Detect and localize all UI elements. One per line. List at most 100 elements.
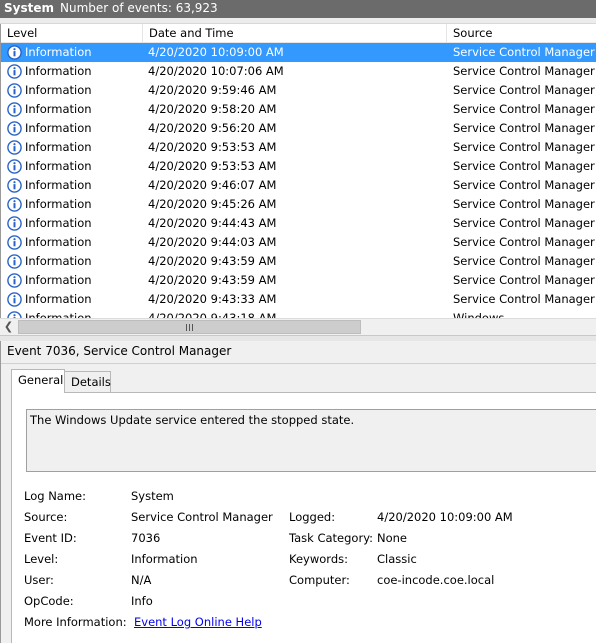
event-date-time: 4/20/2020 9:43:59 AM bbox=[148, 273, 277, 287]
event-date-time: 4/20/2020 9:46:07 AM bbox=[148, 178, 277, 192]
event-detail-pane: Event 7036, Service Control Manager Gene… bbox=[0, 341, 596, 643]
event-count: Number of events: 63,923 bbox=[60, 1, 218, 15]
level-value: Information bbox=[131, 552, 198, 566]
information-icon bbox=[7, 254, 22, 269]
column-source[interactable]: Source bbox=[447, 24, 596, 43]
event-date-time: 4/20/2020 9:43:33 AM bbox=[148, 292, 277, 306]
information-icon bbox=[7, 45, 22, 60]
event-date-time: 4/20/2020 9:43:59 AM bbox=[148, 254, 277, 268]
event-message-box[interactable]: The Windows Update service entered the s… bbox=[26, 409, 596, 472]
event-source: Service Control Manager bbox=[453, 159, 595, 173]
keywords-value: Classic bbox=[377, 552, 417, 566]
information-icon bbox=[7, 83, 22, 98]
event-date-time: 4/20/2020 9:43:18 AM bbox=[148, 311, 277, 318]
event-level: Information bbox=[25, 45, 92, 59]
chevron-left-icon[interactable]: ❮ bbox=[0, 319, 17, 335]
event-source: Service Control Manager bbox=[453, 102, 595, 116]
event-id-value: 7036 bbox=[131, 531, 161, 545]
event-date-time: 4/20/2020 9:59:46 AM bbox=[148, 83, 277, 97]
event-level: Information bbox=[25, 64, 92, 78]
event-date-time: 4/20/2020 9:56:20 AM bbox=[148, 121, 277, 135]
keywords-label: Keywords: bbox=[289, 552, 348, 566]
event-source: Service Control Manager bbox=[453, 178, 595, 192]
event-row[interactable]: Information 4/20/2020 10:07:06 AM Service … bbox=[1, 62, 596, 81]
information-icon bbox=[7, 216, 22, 231]
event-row[interactable]: Information 4/20/2020 9:43:59 AM Service C… bbox=[1, 252, 596, 271]
event-row[interactable]: Information 4/20/2020 9:56:20 AM Service C… bbox=[1, 119, 596, 138]
event-log-online-help-link[interactable]: Event Log Online Help bbox=[134, 615, 262, 629]
information-icon bbox=[7, 140, 22, 155]
more-information-label: More Information: bbox=[24, 615, 127, 629]
event-date-time: 4/20/2020 9:44:43 AM bbox=[148, 216, 277, 230]
logged-value: 4/20/2020 10:09:00 AM bbox=[377, 510, 513, 524]
event-date-time: 4/20/2020 10:09:00 AM bbox=[148, 45, 284, 59]
event-rows: Information 4/20/2020 10:09:00 AM Service … bbox=[1, 43, 596, 318]
information-icon bbox=[7, 102, 22, 117]
level-label: Level: bbox=[24, 552, 59, 566]
event-source: Service Control Manager bbox=[453, 83, 595, 97]
log-header-bar: System Number of events: 63,923 bbox=[0, 0, 596, 18]
event-row[interactable]: Information 4/20/2020 9:43:59 AM Service C… bbox=[1, 271, 596, 290]
source-label: Source: bbox=[24, 510, 68, 524]
event-date-time: 4/20/2020 9:53:53 AM bbox=[148, 140, 277, 154]
tab-details[interactable]: Details bbox=[64, 371, 111, 393]
event-row[interactable]: Information 4/20/2020 9:44:03 AM Service C… bbox=[1, 233, 596, 252]
log-name-value: System bbox=[131, 489, 174, 503]
scrollbar-thumb[interactable] bbox=[18, 320, 361, 334]
event-source: Service Control Manager bbox=[453, 197, 595, 211]
grip-icon bbox=[185, 324, 194, 331]
divider bbox=[1, 363, 596, 364]
source-value: Service Control Manager bbox=[131, 510, 273, 524]
event-level: Information bbox=[25, 197, 92, 211]
events-grid[interactable]: Level Date and Time Source Information 4/… bbox=[0, 24, 596, 318]
event-row[interactable]: Information 4/20/2020 9:43:33 AM Service C… bbox=[1, 290, 596, 309]
general-tab-panel: The Windows Update service entered the s… bbox=[11, 392, 596, 643]
event-source: Service Control Manager bbox=[453, 292, 595, 306]
event-source: Service Control Manager bbox=[453, 235, 595, 249]
event-level: Information bbox=[25, 273, 92, 287]
information-icon bbox=[7, 159, 22, 174]
information-icon bbox=[7, 178, 22, 193]
column-date-time[interactable]: Date and Time bbox=[143, 24, 447, 43]
event-id-label: Event ID: bbox=[24, 531, 77, 545]
horizontal-scrollbar[interactable]: ❮ bbox=[0, 318, 596, 335]
task-category-label: Task Category: bbox=[289, 531, 374, 545]
information-icon bbox=[7, 197, 22, 212]
event-source: Service Control Manager bbox=[453, 254, 595, 268]
event-row[interactable]: Information 4/20/2020 9:58:20 AM Service C… bbox=[1, 100, 596, 119]
log-name-label: Log Name: bbox=[24, 489, 86, 503]
event-level: Information bbox=[25, 216, 92, 230]
computer-value: coe-incode.coe.local bbox=[377, 573, 495, 587]
user-label: User: bbox=[24, 573, 54, 587]
tab-general[interactable]: General bbox=[11, 369, 65, 393]
opcode-value: Info bbox=[131, 594, 153, 608]
column-level[interactable]: Level bbox=[1, 24, 143, 43]
event-row[interactable]: Information 4/20/2020 9:46:07 AM Service C… bbox=[1, 176, 596, 195]
information-icon bbox=[7, 64, 22, 79]
logged-label: Logged: bbox=[289, 510, 336, 524]
event-source: Service Control Manager bbox=[453, 64, 595, 78]
opcode-label: OpCode: bbox=[24, 594, 74, 608]
information-icon bbox=[7, 121, 22, 136]
event-level: Information bbox=[25, 140, 92, 154]
event-level: Information bbox=[25, 235, 92, 249]
event-date-time: 4/20/2020 9:58:20 AM bbox=[148, 102, 277, 116]
event-level: Information bbox=[25, 254, 92, 268]
information-icon bbox=[7, 311, 22, 318]
event-row[interactable]: Information 4/20/2020 9:53:53 AM Service C… bbox=[1, 138, 596, 157]
event-date-time: 4/20/2020 9:45:26 AM bbox=[148, 197, 277, 211]
event-row[interactable]: Information 4/20/2020 9:44:43 AM Service C… bbox=[1, 214, 596, 233]
event-row[interactable]: Information 4/20/2020 9:43:18 AM Windows bbox=[1, 309, 596, 318]
event-source: Service Control Manager bbox=[453, 216, 595, 230]
event-level: Information bbox=[25, 178, 92, 192]
task-category-value: None bbox=[377, 531, 408, 545]
event-date-time: 4/20/2020 9:44:03 AM bbox=[148, 235, 277, 249]
information-icon bbox=[7, 292, 22, 307]
information-icon bbox=[7, 235, 22, 250]
event-row[interactable]: Information 4/20/2020 10:09:00 AM Service … bbox=[1, 43, 596, 62]
event-row[interactable]: Information 4/20/2020 9:53:53 AM Service C… bbox=[1, 157, 596, 176]
event-row[interactable]: Information 4/20/2020 9:45:26 AM Service C… bbox=[1, 195, 596, 214]
event-date-time: 4/20/2020 9:53:53 AM bbox=[148, 159, 277, 173]
user-value: N/A bbox=[131, 573, 152, 587]
event-row[interactable]: Information 4/20/2020 9:59:46 AM Service C… bbox=[1, 81, 596, 100]
